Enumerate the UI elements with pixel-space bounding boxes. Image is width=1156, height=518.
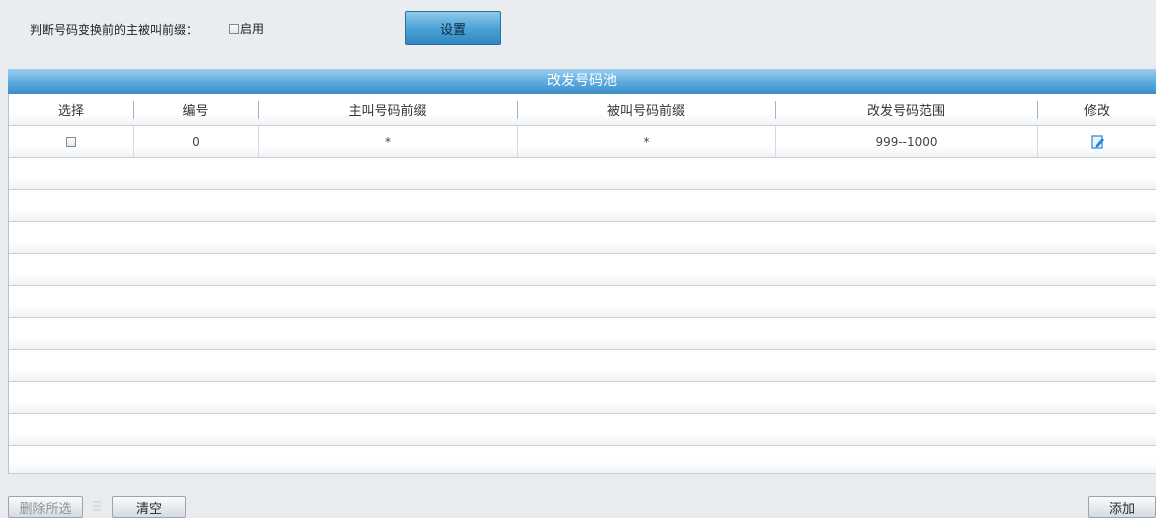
empty-row bbox=[9, 254, 1156, 286]
edit-icon[interactable] bbox=[1090, 134, 1105, 149]
prefix-check-label: 判断号码变换前的主被叫前缀： bbox=[30, 23, 199, 37]
empty-row bbox=[9, 382, 1156, 414]
row-caller-prefix: * bbox=[258, 126, 517, 157]
add-button[interactable]: 添加 bbox=[1088, 496, 1156, 518]
empty-row bbox=[9, 414, 1156, 446]
enable-checkbox[interactable] bbox=[229, 23, 239, 34]
number-pool-table: 选择 编号 主叫号码前缀 被叫号码前缀 改发号码范围 修改 0 * * 999-… bbox=[8, 94, 1156, 474]
enable-checkbox-group[interactable]: 启用 bbox=[229, 20, 264, 37]
col-header-id: 编号 bbox=[133, 94, 258, 125]
row-checkbox[interactable] bbox=[66, 136, 76, 147]
delete-selected-button[interactable]: 删除所选 bbox=[8, 496, 83, 518]
row-range: 999--1000 bbox=[775, 126, 1037, 157]
col-header-edit: 修改 bbox=[1037, 94, 1156, 125]
row-select-cell bbox=[9, 126, 133, 157]
set-button[interactable]: 设置 bbox=[405, 11, 501, 45]
empty-row bbox=[9, 318, 1156, 350]
empty-row bbox=[9, 222, 1156, 254]
row-callee-prefix: * bbox=[517, 126, 775, 157]
empty-row bbox=[9, 350, 1156, 382]
row-edit-cell bbox=[1037, 126, 1156, 157]
row-id: 0 bbox=[133, 126, 258, 157]
col-header-range: 改发号码范围 bbox=[775, 94, 1037, 125]
col-header-select: 选择 bbox=[57, 104, 84, 119]
table-header: 选择 编号 主叫号码前缀 被叫号码前缀 改发号码范围 修改 bbox=[9, 94, 1156, 126]
col-header-caller-prefix: 主叫号码前缀 bbox=[258, 94, 517, 125]
empty-row bbox=[9, 190, 1156, 222]
panel-title: 改发号码池 bbox=[8, 69, 1156, 94]
empty-row bbox=[9, 158, 1156, 190]
settings-bar: 判断号码变换前的主被叫前缀： 启用 设置 bbox=[0, 0, 1156, 62]
action-bar: 删除所选 清空 添加 bbox=[0, 474, 1156, 518]
enable-label: 启用 bbox=[240, 22, 265, 36]
empty-row bbox=[9, 286, 1156, 318]
clear-button[interactable]: 清空 bbox=[112, 496, 186, 518]
col-header-callee-prefix: 被叫号码前缀 bbox=[517, 94, 775, 125]
divider-icon bbox=[93, 501, 101, 511]
empty-row bbox=[9, 446, 1156, 474]
table-row: 0 * * 999--1000 bbox=[9, 126, 1156, 158]
